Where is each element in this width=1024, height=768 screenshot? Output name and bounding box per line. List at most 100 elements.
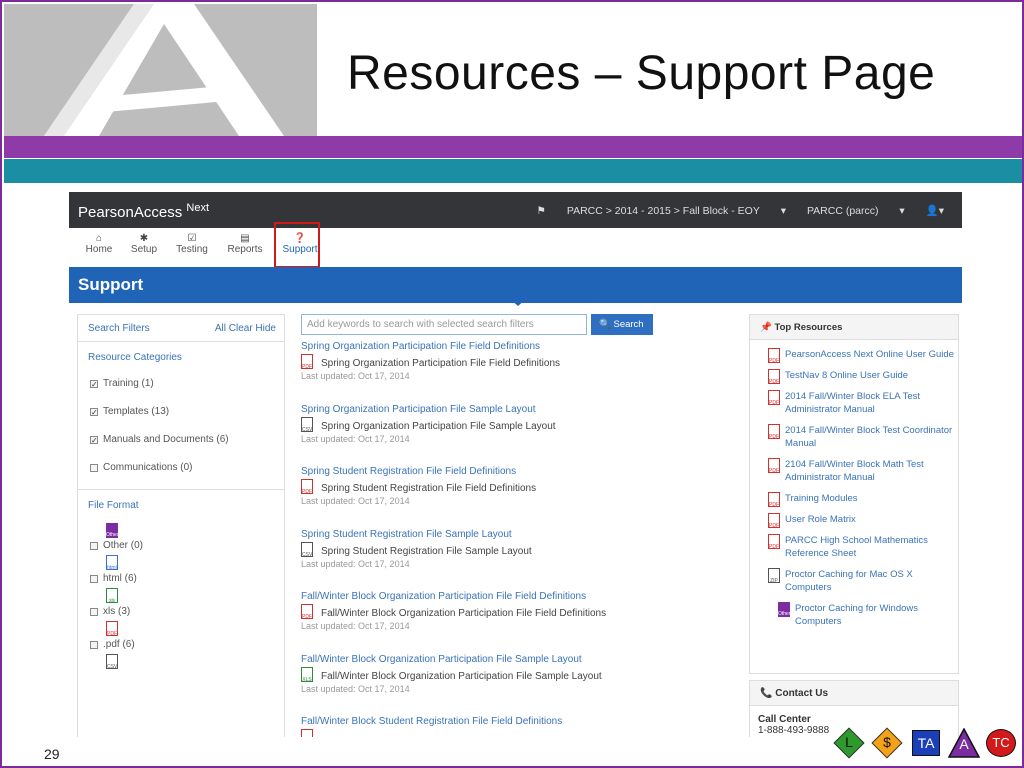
phone-icon: 📞 (760, 688, 773, 699)
result-item: Spring Organization Participation File S… (301, 404, 741, 444)
nav-home[interactable]: ⌂ Home (75, 233, 123, 255)
result-title[interactable]: Fall/Winter Block Organization Participa… (301, 591, 741, 602)
result-title[interactable]: Spring Organization Participation File S… (301, 404, 741, 415)
nav-reports[interactable]: ▤ Reports (221, 233, 269, 255)
checkbox-icon: ☑ (187, 233, 197, 244)
checkbox[interactable] (90, 464, 98, 472)
contact-title: Contact Us (775, 688, 829, 699)
xls-icon: XLS (301, 667, 313, 683)
flag-icon[interactable]: ⚑ (537, 205, 546, 217)
checkbox[interactable]: ✓ (90, 408, 98, 417)
checkbox[interactable] (90, 542, 98, 550)
nav-label: Home (85, 244, 113, 255)
brand-name: PearsonAccess (78, 204, 183, 221)
result-file[interactable]: PDF Spring Organization Participation Fil… (301, 354, 741, 370)
result-updated: Last updated: Oct 17, 2014 (301, 434, 410, 444)
top-resource-link[interactable]: ZIP Proctor Caching for Mac OS X Computer… (760, 568, 958, 594)
csv-file-icon: CSV (78, 654, 284, 671)
result-title[interactable]: Fall/Winter Block Organization Participa… (301, 654, 741, 665)
slide-number: 29 (44, 746, 60, 762)
category-training[interactable]: ✓ Training (1) (78, 377, 284, 405)
breadcrumb-text: PARCC > 2014 - 2015 > Fall Block - EOY (566, 205, 760, 217)
top-resources-panel: 📌 Top Resources PDF PearsonAccess Next On… (749, 314, 959, 674)
app-screenshot: PearsonAccess Next ⚑ PARCC > 2014 - 2015… (69, 192, 962, 737)
icon-nav: ⌂ Home ✱ Setup ☑ Testing ▤ Reports ❓ Support (69, 228, 962, 266)
top-resource-link[interactable]: PDF Training Modules (760, 492, 958, 508)
category-label: Manuals and Documents (6) (103, 434, 229, 445)
category-manuals[interactable]: ✓ Manuals and Documents (6) (78, 433, 284, 461)
top-resource-link[interactable]: PDF User Role Matrix (760, 513, 958, 529)
category-communications[interactable]: Communications (0) (78, 461, 284, 489)
checkbox[interactable]: ✓ (90, 380, 98, 389)
nav-right: ⚑ PARCC > 2014 - 2015 > Fall Block - EOY… (537, 204, 963, 217)
categories-title: Resource Categories (88, 352, 182, 363)
other-icon: Other (778, 602, 791, 617)
result-title[interactable]: Fall/Winter Block Student Registration F… (301, 716, 741, 727)
result-item: Spring Student Registration File Sample … (301, 529, 741, 569)
filter-links[interactable]: All Clear Hide (215, 323, 276, 334)
top-resource-link[interactable]: PDF PARCC High School Mathematics Referen… (760, 534, 958, 560)
user-icon[interactable]: 👤▾ (926, 205, 944, 217)
format-html[interactable]: html (6) (78, 572, 284, 588)
result-file[interactable]: PDF Spring Student Registration File Fiel… (301, 479, 741, 495)
top-resource-label: 2014 Fall/Winter Block ELA Test Administ… (785, 391, 920, 415)
checkbox[interactable] (90, 608, 98, 616)
nav-setup[interactable]: ✱ Setup (120, 233, 168, 255)
header-notch (509, 298, 527, 306)
checkbox[interactable]: ✓ (90, 436, 98, 445)
logo (4, 4, 317, 136)
badge-a-text: A (959, 736, 969, 752)
top-resource-label: PARCC High School Mathematics Reference … (785, 535, 928, 559)
nav-label: Reports (227, 244, 263, 255)
format-title: File Format (88, 500, 139, 511)
breadcrumb[interactable]: PARCC > 2014 - 2015 > Fall Block - EOY ▾ (567, 205, 786, 217)
result-file[interactable]: CSV Spring Organization Participation Fil… (301, 417, 741, 433)
pdf-icon: PDF (768, 513, 780, 529)
result-item: Fall/Winter Block Organization Participa… (301, 654, 741, 694)
nav-label: Setup (130, 244, 158, 255)
slide-title: Resources – Support Page (347, 47, 936, 100)
pdf-icon: PDF (768, 348, 780, 364)
pdf-icon: PDF (301, 354, 313, 370)
result-file[interactable]: CSV Spring Student Registration File Samp… (301, 542, 741, 558)
top-resource-link[interactable]: PDF 2014 Fall/Winter Block ELA Test Admin… (760, 390, 958, 416)
result-file-label: Spring Student Registration File Field D… (321, 483, 537, 494)
format-xls[interactable]: xls (3) (78, 605, 284, 621)
call-center-label: Call Center (758, 714, 811, 725)
result-updated: Last updated: Oct 17, 2014 (301, 621, 410, 631)
result-file[interactable]: XLS Fall/Winter Block Organization Partic… (301, 667, 741, 683)
category-label: Training (1) (103, 378, 154, 389)
checkbox[interactable] (90, 575, 98, 583)
category-templates[interactable]: ✓ Templates (13) (78, 405, 284, 433)
highlight-box (274, 222, 320, 268)
role-badges: L $ TA A TC (832, 726, 1022, 762)
result-file[interactable]: PDF Fall/Winter Block Organization Partic… (301, 604, 741, 620)
top-resource-link[interactable]: PDF 2014 Fall/Winter Block Test Coordinat… (760, 424, 958, 450)
top-resource-link[interactable]: PDF PearsonAccess Next Online User Guide (760, 348, 958, 364)
xls-file-icon: xls (78, 588, 284, 605)
top-resource-label: 2014 Fall/Winter Block Test Coordinator … (785, 425, 953, 449)
slide-frame: Resources – Support Page PearsonAccess N… (0, 0, 1024, 768)
format-pdf[interactable]: .pdf (6) (78, 638, 284, 654)
gear-icon: ✱ (139, 233, 149, 244)
top-resource-link[interactable]: PDF 2104 Fall/Winter Block Math Test Admi… (760, 458, 958, 484)
result-file-label: Fall/Winter Block Organization Participa… (321, 608, 607, 619)
pdf-icon: PDF (301, 729, 313, 737)
search-button[interactable]: 🔍 Search (591, 314, 653, 335)
html-file-icon: html (78, 555, 284, 572)
result-title[interactable]: Spring Student Registration File Field D… (301, 466, 741, 477)
top-resources-header: 📌 Top Resources (750, 315, 958, 340)
org-text: PARCC (parcc) (806, 205, 879, 217)
top-resource-link[interactable]: PDF TestNav 8 Online User Guide (760, 369, 958, 385)
search-input[interactable]: Add keywords to search with selected sea… (301, 314, 587, 335)
top-resource-link[interactable]: Other Proctor Caching for Windows Compute… (760, 602, 958, 628)
checkbox[interactable] (90, 641, 98, 649)
nav-testing[interactable]: ☑ Testing (168, 233, 216, 255)
category-label: Templates (13) (103, 406, 170, 417)
teal-band (4, 159, 1022, 183)
format-other[interactable]: Other (0) (78, 539, 284, 555)
result-title[interactable]: Spring Organization Participation File F… (301, 341, 741, 352)
org-selector[interactable]: PARCC (parcc) ▾ (807, 205, 905, 217)
brand[interactable]: PearsonAccess Next (78, 202, 209, 221)
result-title[interactable]: Spring Student Registration File Sample … (301, 529, 741, 540)
